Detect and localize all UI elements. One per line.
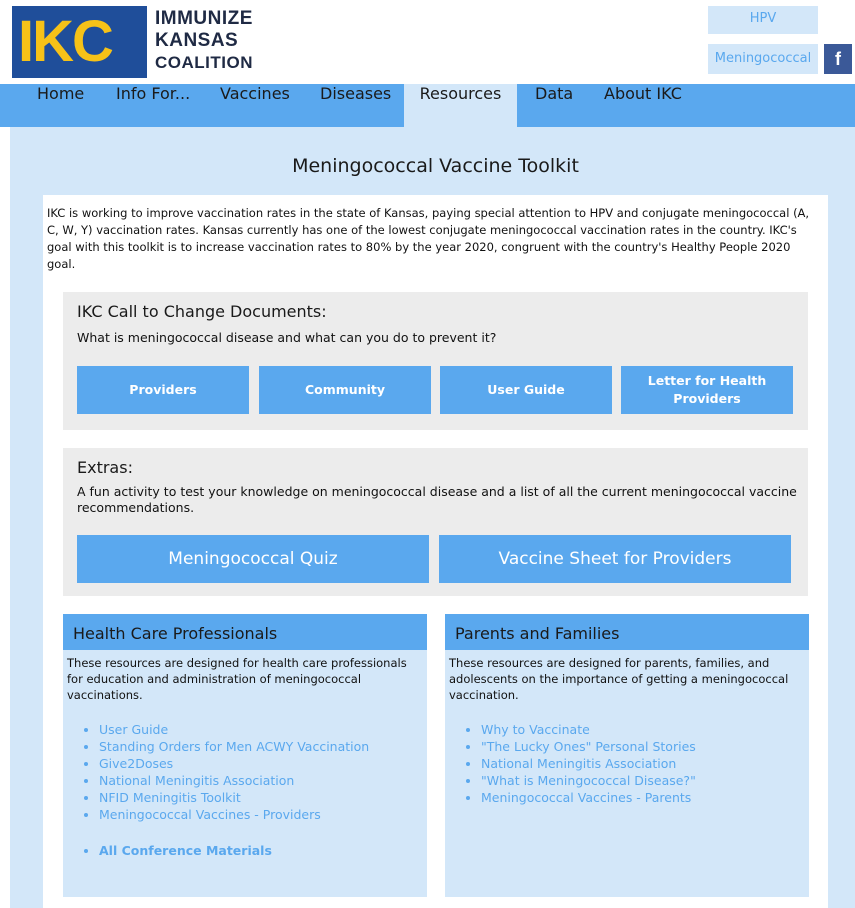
list-item[interactable]: Why to Vaccinate bbox=[481, 721, 696, 738]
vaccine-sheet-button[interactable]: Vaccine Sheet for Providers bbox=[439, 535, 791, 583]
parents-link-list: Why to Vaccinate "The Lucky Ones" Person… bbox=[481, 721, 696, 806]
nav-resources[interactable]: Resources bbox=[404, 84, 517, 127]
ikc-logo[interactable]: IKC IMMUNIZE KANSAS COALITION bbox=[12, 6, 262, 78]
nav-vaccines[interactable]: Vaccines bbox=[208, 84, 302, 127]
hcp-link-list: User Guide Standing Orders for Men ACWY … bbox=[99, 721, 369, 823]
page-title: Meningococcal Vaccine Toolkit bbox=[43, 155, 828, 195]
meningococcal-quiz-button[interactable]: Meningococcal Quiz bbox=[77, 535, 429, 583]
list-item[interactable]: National Meningitis Association bbox=[99, 772, 369, 789]
list-item[interactable]: Give2Doses bbox=[99, 755, 369, 772]
nav-home[interactable]: Home bbox=[25, 84, 96, 127]
hcp-link-conference-materials[interactable]: All Conference Materials bbox=[99, 843, 272, 858]
hcp-extra-list: All Conference Materials bbox=[99, 842, 272, 859]
extras-description: A fun activity to test your knowledge on… bbox=[77, 484, 797, 515]
list-item[interactable]: National Meningitis Association bbox=[481, 755, 696, 772]
list-item[interactable]: Meningococcal Vaccines - Providers bbox=[99, 806, 369, 823]
facebook-icon[interactable]: f bbox=[824, 44, 852, 74]
extras-panel: Extras: A fun activity to test your know… bbox=[63, 448, 808, 596]
community-button[interactable]: Community bbox=[259, 366, 431, 414]
logo-line-1: IMMUNIZE bbox=[155, 8, 253, 29]
nav-diseases[interactable]: Diseases bbox=[308, 84, 403, 127]
parents-link-why-vaccinate[interactable]: Why to Vaccinate bbox=[481, 722, 590, 737]
health-care-professionals-section: Health Care Professionals These resource… bbox=[63, 614, 427, 897]
header-link-meningococcal[interactable]: Meningococcal bbox=[708, 44, 818, 74]
main-nav: Home Info For... Vaccines Diseases Resou… bbox=[0, 84, 855, 127]
parents-link-nma[interactable]: National Meningitis Association bbox=[481, 756, 676, 771]
logo-line-3: COALITION bbox=[155, 53, 253, 72]
hcp-link-vaccines-providers[interactable]: Meningococcal Vaccines - Providers bbox=[99, 807, 321, 822]
nav-about-ikc[interactable]: About IKC bbox=[592, 84, 694, 127]
list-item[interactable]: All Conference Materials bbox=[99, 842, 272, 859]
hcp-link-nfid[interactable]: NFID Meningitis Toolkit bbox=[99, 790, 241, 805]
list-item[interactable]: Meningococcal Vaccines - Parents bbox=[481, 789, 696, 806]
hcp-link-nma[interactable]: National Meningitis Association bbox=[99, 773, 294, 788]
providers-button[interactable]: Providers bbox=[77, 366, 249, 414]
site-header: IKC IMMUNIZE KANSAS COALITION HPV Mening… bbox=[10, 0, 855, 84]
list-item[interactable]: User Guide bbox=[99, 721, 369, 738]
logo-mark-text: IKC bbox=[18, 9, 114, 74]
parents-link-lucky-ones[interactable]: "The Lucky Ones" Personal Stories bbox=[481, 739, 696, 754]
nav-data[interactable]: Data bbox=[523, 84, 585, 127]
main-content: Meningococcal Vaccine Toolkit IKC is wor… bbox=[43, 155, 828, 908]
header-link-hpv[interactable]: HPV bbox=[708, 6, 818, 34]
parents-link-what-is-disease[interactable]: "What is Meningococcal Disease?" bbox=[481, 773, 696, 788]
parents-link-vaccines-parents[interactable]: Meningococcal Vaccines - Parents bbox=[481, 790, 691, 805]
parents-heading: Parents and Families bbox=[445, 614, 809, 650]
page-shell: IKC IMMUNIZE KANSAS COALITION HPV Mening… bbox=[0, 0, 855, 908]
logo-line-2: KANSAS bbox=[155, 30, 239, 51]
list-item[interactable]: Standing Orders for Men ACWY Vaccination bbox=[99, 738, 369, 755]
parents-description: These resources are designed for parents… bbox=[449, 656, 789, 702]
nav-info-for[interactable]: Info For... bbox=[104, 84, 202, 127]
logo-wordmark: IMMUNIZE KANSAS COALITION bbox=[155, 8, 253, 74]
hcp-description: These resources are designed for health … bbox=[67, 656, 407, 702]
intro-text: IKC is working to improve vaccination ra… bbox=[47, 206, 810, 271]
call-to-change-panel: IKC Call to Change Documents: What is me… bbox=[63, 292, 808, 430]
hcp-link-standing-orders[interactable]: Standing Orders for Men ACWY Vaccination bbox=[99, 739, 369, 754]
extras-heading: Extras: bbox=[77, 458, 133, 477]
logo-mark: IKC bbox=[12, 6, 147, 78]
call-to-change-subtitle: What is meningococcal disease and what c… bbox=[77, 330, 497, 345]
hcp-link-user-guide[interactable]: User Guide bbox=[99, 722, 168, 737]
call-to-change-heading: IKC Call to Change Documents: bbox=[77, 302, 327, 321]
hcp-heading: Health Care Professionals bbox=[63, 614, 427, 650]
list-item[interactable]: NFID Meningitis Toolkit bbox=[99, 789, 369, 806]
user-guide-button[interactable]: User Guide bbox=[440, 366, 612, 414]
parents-families-section: Parents and Families These resources are… bbox=[445, 614, 809, 897]
letter-for-health-providers-button[interactable]: Letter for Health Providers bbox=[621, 366, 793, 414]
list-item[interactable]: "What is Meningococcal Disease?" bbox=[481, 772, 696, 789]
list-item[interactable]: "The Lucky Ones" Personal Stories bbox=[481, 738, 696, 755]
hcp-link-give2doses[interactable]: Give2Doses bbox=[99, 756, 173, 771]
